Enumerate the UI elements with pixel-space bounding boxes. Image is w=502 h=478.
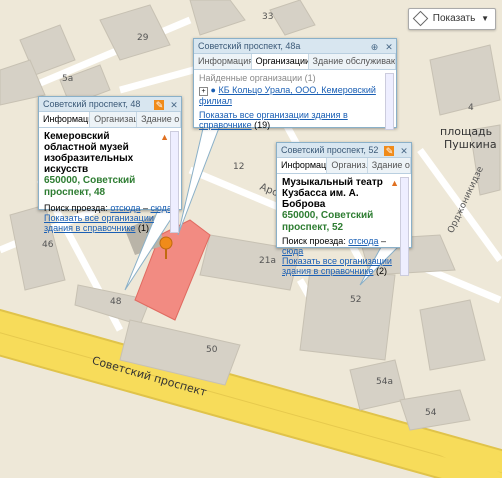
route-dash: – bbox=[381, 236, 387, 246]
popup-building-52: Советский проспект, 52 ✎ ✕ Информация Ор… bbox=[276, 142, 412, 276]
route-to-link[interactable]: сюда bbox=[282, 246, 303, 256]
popup-title: Советский проспект, 52 bbox=[281, 145, 379, 155]
building-number-50: 50 bbox=[206, 345, 218, 355]
building-number-48: 48 bbox=[110, 297, 122, 307]
tab-info[interactable]: Информация bbox=[194, 54, 252, 69]
close-icon[interactable]: ✕ bbox=[399, 146, 409, 156]
route-from-link[interactable]: отсюда bbox=[348, 236, 378, 246]
building-number-21a: 21а bbox=[259, 256, 276, 266]
building-number-46: 46 bbox=[42, 240, 54, 250]
tab-building[interactable]: Здание о... bbox=[137, 112, 181, 127]
route-dash: – bbox=[143, 203, 149, 213]
popup-tabs: Информация Организ... Здание о... bbox=[277, 158, 411, 174]
warning-icon: ▲ bbox=[160, 132, 169, 142]
building-number-29: 29 bbox=[137, 33, 149, 43]
popup-title: Советский проспект, 48 bbox=[43, 99, 141, 109]
found-orgs-label: Найденные организации bbox=[199, 73, 303, 83]
show-layers-button[interactable]: Показать ▼ bbox=[408, 8, 496, 30]
show-button-label: Показать bbox=[432, 13, 476, 24]
building-number-52: 52 bbox=[350, 295, 362, 305]
org-address: 650000, Советский проспект, 48 bbox=[44, 175, 136, 198]
popup-building-48: Советский проспект, 48 ✎ ✕ Информация Ор… bbox=[38, 96, 182, 233]
close-icon[interactable]: ✕ bbox=[384, 42, 394, 52]
building-number-4: 4 bbox=[468, 103, 474, 113]
popup-header: Советский проспект, 48 ✎ ✕ bbox=[39, 97, 181, 112]
tab-building[interactable]: Здание обслуживают bbox=[309, 54, 396, 69]
pin-marker-icon: ● bbox=[210, 85, 216, 95]
org-name: Музыкальный театр Кузбасса им. А. Бобров… bbox=[282, 177, 383, 210]
scrollbar[interactable] bbox=[170, 131, 179, 233]
tab-organizations[interactable]: Организации bbox=[251, 54, 309, 69]
all-orgs-count: (1) bbox=[137, 223, 149, 233]
found-orgs-count: (1) bbox=[304, 73, 316, 83]
org-name: Кемеровский областной музей изобразитель… bbox=[44, 131, 134, 175]
edit-icon[interactable]: ✎ bbox=[154, 100, 165, 110]
pin-icon[interactable]: ⊕ bbox=[369, 42, 379, 52]
all-orgs-link[interactable]: Показать все организации здания в справо… bbox=[199, 110, 348, 130]
building-number-33: 33 bbox=[262, 12, 274, 22]
building-number-5a: 5а bbox=[62, 74, 74, 84]
warning-icon: ▲ bbox=[390, 178, 399, 188]
popup-header: Советский проспект, 52 ✎ ✕ bbox=[277, 143, 411, 158]
org-address: 650000, Советский проспект, 52 bbox=[282, 210, 374, 233]
popup-tabs: Информация Организации Здание обслуживаю… bbox=[194, 54, 396, 70]
location-pin-icon[interactable] bbox=[158, 236, 174, 265]
building-number-54a: 54а bbox=[376, 377, 393, 387]
square-label-line1: площадь bbox=[440, 125, 493, 138]
route-label: Поиск проезда: bbox=[282, 236, 346, 246]
route-from-link[interactable]: отсюда bbox=[110, 203, 140, 213]
building-number-54: 54 bbox=[425, 408, 437, 418]
tab-organizations[interactable]: Организации bbox=[90, 112, 138, 127]
popup-tabs: Информация Организации Здание о... bbox=[39, 112, 181, 128]
edit-icon[interactable]: ✎ bbox=[384, 146, 395, 156]
all-orgs-count: (19) bbox=[254, 120, 271, 130]
route-to-link[interactable]: сюда bbox=[151, 203, 172, 213]
scrollbar[interactable] bbox=[400, 177, 409, 276]
tab-info[interactable]: Информация bbox=[277, 158, 328, 173]
route-label: Поиск проезда: bbox=[44, 203, 108, 213]
org-link[interactable]: КБ Кольцо Урала, ООО, Кемеровский филиал bbox=[199, 85, 376, 106]
square-label-line2: Пушкина bbox=[444, 138, 497, 151]
layers-icon bbox=[412, 10, 429, 27]
popup-header: Советский проспект, 48а ⊕ ✕ bbox=[194, 39, 396, 54]
scrollbar[interactable] bbox=[385, 73, 394, 130]
close-icon[interactable]: ✕ bbox=[169, 100, 179, 110]
tab-info[interactable]: Информация bbox=[39, 112, 91, 127]
popup-building-48a: Советский проспект, 48а ⊕ ✕ Информация О… bbox=[193, 38, 397, 130]
building-number-12: 12 bbox=[233, 162, 245, 172]
expand-icon[interactable]: + bbox=[199, 87, 208, 96]
chevron-down-icon: ▼ bbox=[481, 14, 489, 23]
tab-organizations[interactable]: Организ... bbox=[327, 158, 368, 173]
all-orgs-count: (2) bbox=[375, 266, 387, 276]
popup-title: Советский проспект, 48а bbox=[198, 41, 301, 51]
tab-building[interactable]: Здание о... bbox=[368, 158, 411, 173]
